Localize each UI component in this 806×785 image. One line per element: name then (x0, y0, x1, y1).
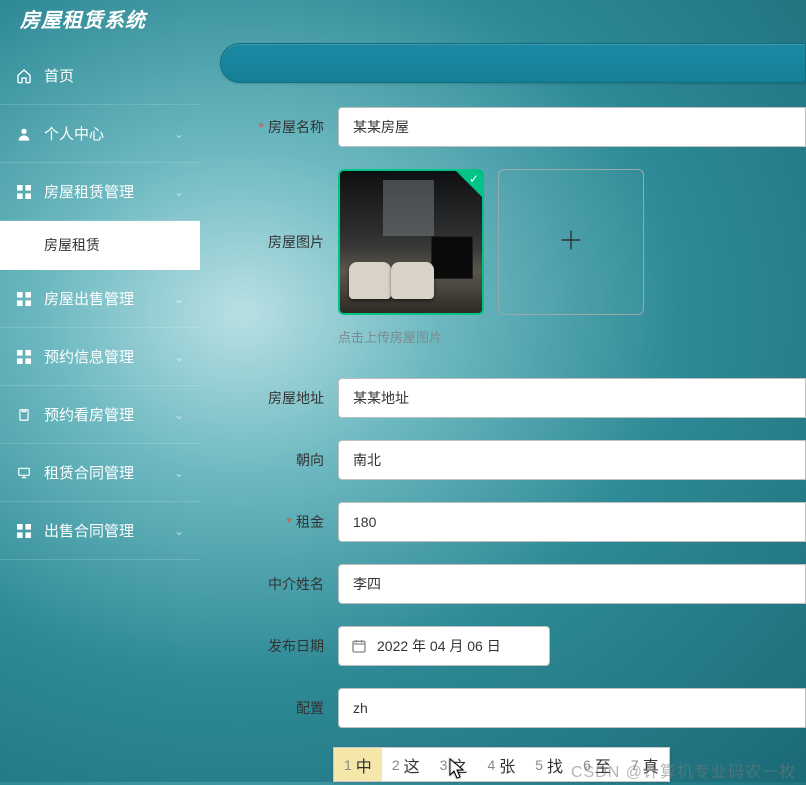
add-image-button[interactable] (498, 169, 644, 315)
orientation-input[interactable] (338, 440, 806, 480)
label-house-name: *房屋名称 (226, 117, 338, 137)
sidebar-item-appointment-info[interactable]: 预约信息管理 ⌄ (0, 328, 200, 386)
plus-icon (557, 226, 585, 259)
grid-icon (16, 291, 32, 307)
ime-candidate-bar[interactable]: 1中 2这 3之 4张 5找 6至 7真 (333, 747, 670, 782)
sidebar-item-label: 首页 (44, 65, 184, 86)
image-thumbnail[interactable]: ✓ (338, 169, 484, 315)
sidebar-item-rent-mgmt[interactable]: 房屋租赁管理 ⌄ (0, 163, 200, 221)
sidebar-item-sale-contract[interactable]: 出售合同管理 ⌄ (0, 502, 200, 560)
breadcrumb-bar (220, 43, 806, 83)
sidebar-item-label: 预约信息管理 (44, 346, 162, 367)
sidebar-item-profile[interactable]: 个人中心 ⌄ (0, 105, 200, 163)
clipboard-icon (16, 407, 32, 423)
home-icon (16, 68, 32, 84)
sidebar-item-label: 个人中心 (44, 123, 162, 144)
sidebar-item-label: 租赁合同管理 (44, 462, 162, 483)
ime-candidate[interactable]: 6至 (573, 748, 621, 781)
grid-icon (16, 349, 32, 365)
sidebar-item-label: 预约看房管理 (44, 404, 162, 425)
chevron-down-icon: ⌄ (174, 185, 184, 199)
rent-input[interactable] (338, 502, 806, 542)
label-orientation: 朝向 (226, 450, 338, 470)
chevron-down-icon: ⌄ (174, 466, 184, 480)
label-config: 配置 (226, 698, 338, 718)
sidebar-subitem-rent[interactable]: 房屋租赁 (0, 221, 200, 270)
grid-icon (16, 523, 32, 539)
agent-input[interactable] (338, 564, 806, 604)
calendar-icon (351, 638, 367, 654)
sidebar-item-sale-mgmt[interactable]: 房屋出售管理 ⌄ (0, 270, 200, 328)
label-house-image: 房屋图片 (226, 232, 338, 252)
sidebar-item-label: 房屋出售管理 (44, 288, 162, 309)
ime-candidate[interactable]: 4张 (477, 748, 525, 781)
ime-candidate[interactable]: 7真 (621, 748, 669, 781)
chevron-down-icon: ⌄ (174, 524, 184, 538)
house-form: *房屋名称 房屋图片 ✓ (220, 107, 806, 728)
monitor-icon (16, 465, 32, 481)
ime-candidate[interactable]: 2这 (382, 748, 430, 781)
config-input[interactable] (338, 688, 806, 728)
date-picker[interactable] (338, 626, 550, 666)
content-area: *房屋名称 房屋图片 ✓ (200, 43, 806, 785)
sidebar: 首页 个人中心 ⌄ 房屋租赁管理 ⌄ 房屋租赁 房屋出售管理 ⌄ (0, 43, 200, 785)
sidebar-item-label: 出售合同管理 (44, 520, 162, 541)
chevron-down-icon: ⌄ (174, 292, 184, 306)
check-icon: ✓ (469, 172, 479, 186)
address-input[interactable] (338, 378, 806, 418)
sidebar-item-appointment-view[interactable]: 预约看房管理 ⌄ (0, 386, 200, 444)
date-input[interactable] (377, 628, 537, 664)
label-agent: 中介姓名 (226, 574, 338, 594)
app-title: 房屋租赁系统 (0, 0, 806, 43)
grid-icon (16, 184, 32, 200)
upload-hint: 点击上传房屋图片 (338, 327, 806, 346)
sidebar-subitem-label: 房屋租赁 (44, 235, 100, 255)
user-icon (16, 126, 32, 142)
sidebar-item-label: 房屋租赁管理 (44, 181, 162, 202)
house-name-input[interactable] (338, 107, 806, 147)
ime-candidate[interactable]: 3之 (430, 748, 478, 781)
chevron-down-icon: ⌄ (174, 127, 184, 141)
label-rent: *租金 (226, 512, 338, 532)
chevron-down-icon: ⌄ (174, 408, 184, 422)
chevron-down-icon: ⌄ (174, 350, 184, 364)
ime-candidate[interactable]: 1中 (334, 748, 382, 781)
sidebar-item-home[interactable]: 首页 (0, 47, 200, 105)
label-date: 发布日期 (226, 636, 338, 656)
sidebar-item-rent-contract[interactable]: 租赁合同管理 ⌄ (0, 444, 200, 502)
ime-candidate[interactable]: 5找 (525, 748, 573, 781)
label-address: 房屋地址 (226, 388, 338, 408)
